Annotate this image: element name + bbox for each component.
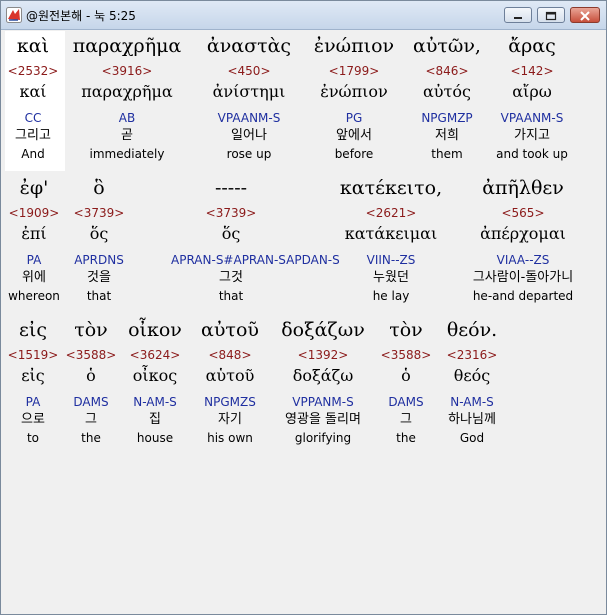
parse-code: VPAANM-S <box>217 111 281 125</box>
greek-word: θεόν. <box>446 319 498 341</box>
maximize-button[interactable] <box>537 7 565 23</box>
korean-gloss: 일어나 <box>231 128 267 143</box>
greek-word: παραχρῆμα <box>72 35 182 57</box>
strong-number[interactable]: <3739> <box>39 206 159 221</box>
korean-gloss: 그사람이-돌아가니 <box>472 270 574 285</box>
title-bar[interactable]: @원전본해 - 눅 5:25 <box>1 1 606 30</box>
greek-word: ἀπῆλθεν <box>482 177 564 199</box>
english-gloss: that <box>218 289 244 303</box>
lexical-form: ἀπέρχομαι <box>480 224 566 243</box>
interlinear-window: @원전본해 - 눅 5:25 καὶ <2532> καί CC 그리고 And… <box>0 0 607 615</box>
korean-gloss: 누웠던 <box>373 270 409 285</box>
minimize-button[interactable] <box>504 7 532 23</box>
maximize-icon <box>545 11 557 21</box>
lexical-form: θεός <box>453 366 491 385</box>
english-gloss: that <box>86 289 112 303</box>
close-icon <box>580 11 590 21</box>
strong-number[interactable]: <2316> <box>412 348 532 363</box>
lexical-form: αἴρω <box>512 82 552 101</box>
korean-gloss: 그것 <box>219 270 243 285</box>
strong-number[interactable]: <2621> <box>331 206 451 221</box>
window-title: @원전본해 - 눅 5:25 <box>26 9 136 23</box>
korean-gloss: 곧 <box>121 128 133 143</box>
english-gloss: and took up <box>496 147 568 161</box>
lexical-form: κατάκειμαι <box>344 224 438 243</box>
english-gloss: immediately <box>89 147 165 161</box>
greek-word: ἄρας <box>508 35 556 57</box>
parse-code: N-AM-S <box>450 395 494 409</box>
strong-number[interactable]: <450> <box>189 64 309 79</box>
parse-code: APRAN-S#APRAN-SAPDAN-S <box>171 253 340 267</box>
parse-code: APRDNS <box>74 253 124 267</box>
lexical-form: παραχρῆμα <box>81 82 173 101</box>
greek-word: ----- <box>214 177 248 199</box>
parse-code: AB <box>118 111 136 125</box>
lexical-form: ἀνίστημι <box>212 82 286 101</box>
english-gloss: rose up <box>226 147 272 161</box>
english-gloss: he lay <box>372 289 410 303</box>
strong-number[interactable]: <3916> <box>67 64 187 79</box>
korean-gloss: 가지고 <box>514 128 550 143</box>
english-gloss: God <box>459 431 485 445</box>
app-icon <box>6 7 22 23</box>
close-button[interactable] <box>570 7 600 23</box>
greek-word: ὃ <box>93 177 105 199</box>
lexical-form: ὅς <box>89 224 109 243</box>
parse-code: VIIN--ZS <box>366 253 416 267</box>
parse-code: VIAA--ZS <box>496 253 550 267</box>
strong-number[interactable]: <142> <box>472 64 592 79</box>
parse-code: VPAANM-S <box>500 111 564 125</box>
english-gloss: he-and departed <box>472 289 574 303</box>
strong-number[interactable]: <3739> <box>171 206 291 221</box>
korean-gloss: 것을 <box>87 270 111 285</box>
korean-gloss: 하나님께 <box>448 412 496 427</box>
greek-word: κατέκειτο, <box>339 177 443 199</box>
lexical-form: ὅς <box>221 224 241 243</box>
minimize-icon <box>514 17 522 19</box>
greek-word: ἀναστὰς <box>206 35 292 57</box>
strong-number[interactable]: <565> <box>463 206 583 221</box>
